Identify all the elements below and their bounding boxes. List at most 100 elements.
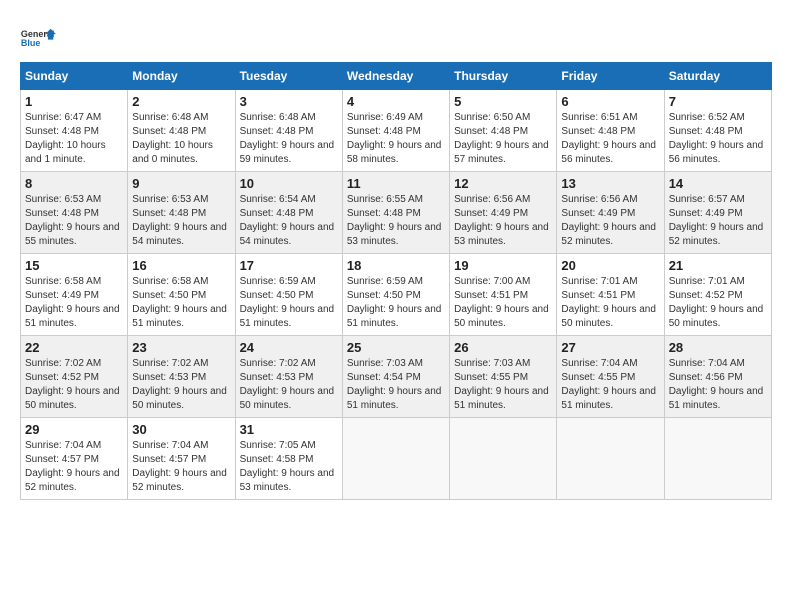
calendar-cell: 7 Sunrise: 6:52 AMSunset: 4:48 PMDayligh… <box>664 90 771 172</box>
week-row-3: 15 Sunrise: 6:58 AMSunset: 4:49 PMDaylig… <box>21 254 772 336</box>
calendar-cell: 5 Sunrise: 6:50 AMSunset: 4:48 PMDayligh… <box>450 90 557 172</box>
day-info: Sunrise: 6:47 AMSunset: 4:48 PMDaylight:… <box>25 111 123 167</box>
day-info: Sunrise: 6:58 AMSunset: 4:49 PMDaylight:… <box>25 275 123 331</box>
week-row-4: 22 Sunrise: 7:02 AMSunset: 4:52 PMDaylig… <box>21 336 772 418</box>
calendar-cell: 2 Sunrise: 6:48 AMSunset: 4:48 PMDayligh… <box>128 90 235 172</box>
day-number: 23 <box>132 340 230 355</box>
calendar-cell <box>450 418 557 500</box>
day-number: 12 <box>454 176 552 191</box>
weekday-header-saturday: Saturday <box>664 63 771 90</box>
day-info: Sunrise: 6:48 AMSunset: 4:48 PMDaylight:… <box>132 111 230 167</box>
day-number: 26 <box>454 340 552 355</box>
logo-svg: General Blue <box>20 20 56 56</box>
day-number: 24 <box>240 340 338 355</box>
calendar-cell: 1 Sunrise: 6:47 AMSunset: 4:48 PMDayligh… <box>21 90 128 172</box>
day-number: 29 <box>25 422 123 437</box>
day-info: Sunrise: 7:03 AMSunset: 4:55 PMDaylight:… <box>454 357 552 413</box>
day-number: 5 <box>454 94 552 109</box>
calendar-cell: 31 Sunrise: 7:05 AMSunset: 4:58 PMDaylig… <box>235 418 342 500</box>
week-row-5: 29 Sunrise: 7:04 AMSunset: 4:57 PMDaylig… <box>21 418 772 500</box>
day-number: 10 <box>240 176 338 191</box>
day-info: Sunrise: 6:55 AMSunset: 4:48 PMDaylight:… <box>347 193 445 249</box>
day-number: 27 <box>561 340 659 355</box>
day-number: 3 <box>240 94 338 109</box>
calendar-cell: 29 Sunrise: 7:04 AMSunset: 4:57 PMDaylig… <box>21 418 128 500</box>
calendar-cell: 26 Sunrise: 7:03 AMSunset: 4:55 PMDaylig… <box>450 336 557 418</box>
day-info: Sunrise: 6:52 AMSunset: 4:48 PMDaylight:… <box>669 111 767 167</box>
day-info: Sunrise: 6:49 AMSunset: 4:48 PMDaylight:… <box>347 111 445 167</box>
weekday-header-tuesday: Tuesday <box>235 63 342 90</box>
day-info: Sunrise: 6:58 AMSunset: 4:50 PMDaylight:… <box>132 275 230 331</box>
calendar-cell: 28 Sunrise: 7:04 AMSunset: 4:56 PMDaylig… <box>664 336 771 418</box>
day-number: 20 <box>561 258 659 273</box>
day-number: 28 <box>669 340 767 355</box>
day-info: Sunrise: 7:04 AMSunset: 4:57 PMDaylight:… <box>132 439 230 495</box>
calendar-cell: 4 Sunrise: 6:49 AMSunset: 4:48 PMDayligh… <box>342 90 449 172</box>
calendar-cell: 13 Sunrise: 6:56 AMSunset: 4:49 PMDaylig… <box>557 172 664 254</box>
calendar-cell: 22 Sunrise: 7:02 AMSunset: 4:52 PMDaylig… <box>21 336 128 418</box>
weekday-header-friday: Friday <box>557 63 664 90</box>
calendar-cell: 27 Sunrise: 7:04 AMSunset: 4:55 PMDaylig… <box>557 336 664 418</box>
day-number: 2 <box>132 94 230 109</box>
calendar-cell <box>342 418 449 500</box>
weekday-header-thursday: Thursday <box>450 63 557 90</box>
day-number: 30 <box>132 422 230 437</box>
day-info: Sunrise: 6:57 AMSunset: 4:49 PMDaylight:… <box>669 193 767 249</box>
week-row-1: 1 Sunrise: 6:47 AMSunset: 4:48 PMDayligh… <box>21 90 772 172</box>
day-number: 31 <box>240 422 338 437</box>
weekday-header-row: SundayMondayTuesdayWednesdayThursdayFrid… <box>21 63 772 90</box>
calendar-cell: 15 Sunrise: 6:58 AMSunset: 4:49 PMDaylig… <box>21 254 128 336</box>
week-row-2: 8 Sunrise: 6:53 AMSunset: 4:48 PMDayligh… <box>21 172 772 254</box>
calendar-cell: 25 Sunrise: 7:03 AMSunset: 4:54 PMDaylig… <box>342 336 449 418</box>
day-info: Sunrise: 7:05 AMSunset: 4:58 PMDaylight:… <box>240 439 338 495</box>
day-number: 25 <box>347 340 445 355</box>
day-number: 17 <box>240 258 338 273</box>
calendar-cell: 24 Sunrise: 7:02 AMSunset: 4:53 PMDaylig… <box>235 336 342 418</box>
calendar-cell <box>557 418 664 500</box>
day-number: 19 <box>454 258 552 273</box>
day-info: Sunrise: 7:04 AMSunset: 4:57 PMDaylight:… <box>25 439 123 495</box>
day-number: 4 <box>347 94 445 109</box>
calendar-cell: 11 Sunrise: 6:55 AMSunset: 4:48 PMDaylig… <box>342 172 449 254</box>
day-info: Sunrise: 7:04 AMSunset: 4:55 PMDaylight:… <box>561 357 659 413</box>
calendar-cell: 16 Sunrise: 6:58 AMSunset: 4:50 PMDaylig… <box>128 254 235 336</box>
weekday-header-sunday: Sunday <box>21 63 128 90</box>
day-info: Sunrise: 6:53 AMSunset: 4:48 PMDaylight:… <box>132 193 230 249</box>
day-info: Sunrise: 7:01 AMSunset: 4:52 PMDaylight:… <box>669 275 767 331</box>
day-number: 22 <box>25 340 123 355</box>
day-number: 8 <box>25 176 123 191</box>
day-info: Sunrise: 6:59 AMSunset: 4:50 PMDaylight:… <box>240 275 338 331</box>
calendar-cell: 3 Sunrise: 6:48 AMSunset: 4:48 PMDayligh… <box>235 90 342 172</box>
calendar-cell: 30 Sunrise: 7:04 AMSunset: 4:57 PMDaylig… <box>128 418 235 500</box>
day-info: Sunrise: 6:56 AMSunset: 4:49 PMDaylight:… <box>454 193 552 249</box>
day-info: Sunrise: 6:53 AMSunset: 4:48 PMDaylight:… <box>25 193 123 249</box>
day-number: 13 <box>561 176 659 191</box>
day-number: 18 <box>347 258 445 273</box>
calendar-cell: 17 Sunrise: 6:59 AMSunset: 4:50 PMDaylig… <box>235 254 342 336</box>
day-info: Sunrise: 6:50 AMSunset: 4:48 PMDaylight:… <box>454 111 552 167</box>
logo: General Blue <box>20 20 56 56</box>
svg-text:Blue: Blue <box>21 38 41 48</box>
day-number: 16 <box>132 258 230 273</box>
day-number: 1 <box>25 94 123 109</box>
calendar-cell: 8 Sunrise: 6:53 AMSunset: 4:48 PMDayligh… <box>21 172 128 254</box>
weekday-header-monday: Monday <box>128 63 235 90</box>
day-info: Sunrise: 6:54 AMSunset: 4:48 PMDaylight:… <box>240 193 338 249</box>
calendar-cell: 12 Sunrise: 6:56 AMSunset: 4:49 PMDaylig… <box>450 172 557 254</box>
calendar-cell: 9 Sunrise: 6:53 AMSunset: 4:48 PMDayligh… <box>128 172 235 254</box>
calendar-body: 1 Sunrise: 6:47 AMSunset: 4:48 PMDayligh… <box>21 90 772 500</box>
header: General Blue <box>20 16 772 56</box>
day-number: 6 <box>561 94 659 109</box>
day-info: Sunrise: 7:02 AMSunset: 4:52 PMDaylight:… <box>25 357 123 413</box>
calendar-cell <box>664 418 771 500</box>
day-number: 14 <box>669 176 767 191</box>
page: General Blue SundayMondayTuesdayWednesda… <box>0 0 792 510</box>
day-info: Sunrise: 7:02 AMSunset: 4:53 PMDaylight:… <box>240 357 338 413</box>
calendar-cell: 21 Sunrise: 7:01 AMSunset: 4:52 PMDaylig… <box>664 254 771 336</box>
calendar-cell: 20 Sunrise: 7:01 AMSunset: 4:51 PMDaylig… <box>557 254 664 336</box>
calendar-cell: 10 Sunrise: 6:54 AMSunset: 4:48 PMDaylig… <box>235 172 342 254</box>
calendar-cell: 14 Sunrise: 6:57 AMSunset: 4:49 PMDaylig… <box>664 172 771 254</box>
day-info: Sunrise: 7:03 AMSunset: 4:54 PMDaylight:… <box>347 357 445 413</box>
calendar-table: SundayMondayTuesdayWednesdayThursdayFrid… <box>20 62 772 500</box>
day-number: 21 <box>669 258 767 273</box>
